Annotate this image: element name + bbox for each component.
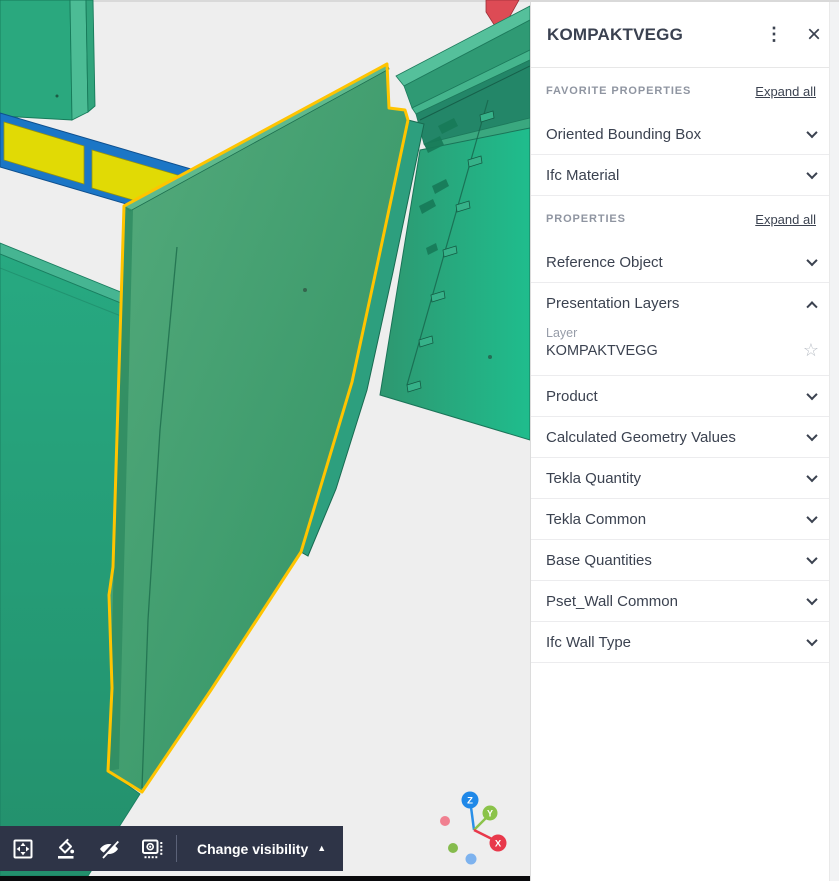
- change-visibility-label: Change visibility: [197, 840, 309, 857]
- chevron-down-icon: [806, 388, 818, 401]
- field-value: KOMPAKTVEGG: [546, 343, 658, 359]
- expand-all-link[interactable]: Expand all: [755, 84, 816, 99]
- panel-header: KOMPAKTVEGG ⋮ ×: [531, 2, 839, 68]
- section-label: Reference Object: [546, 253, 663, 271]
- field-layer: Layer KOMPAKTVEGG ☆: [546, 326, 819, 359]
- collapse-arrow-icon: ▲: [317, 843, 327, 853]
- section-reference-object[interactable]: Reference Object: [531, 242, 839, 283]
- fit-to-view-icon: [13, 839, 32, 858]
- paint-fill-visibility-button[interactable]: [44, 826, 87, 871]
- panel-title: KOMPAKTVEGG: [547, 24, 684, 44]
- section-presentation-layers[interactable]: Presentation Layers: [531, 283, 839, 324]
- chevron-down-icon: [806, 552, 818, 565]
- app-window: Y Z X Change visibility ▲ KOMPAKTVEGG ⋮ …: [0, 0, 839, 881]
- section-label: Pset_Wall Common: [546, 592, 678, 610]
- viewport-bottom-bar: [0, 876, 530, 881]
- expand-all-link[interactable]: Expand all: [755, 212, 816, 227]
- section-label: Product: [546, 387, 598, 405]
- toolbar-divider: [176, 835, 177, 862]
- chevron-down-icon: [806, 429, 818, 442]
- axis-neg-z-dot[interactable]: [465, 853, 477, 865]
- favorite-star-icon[interactable]: ☆: [803, 341, 819, 359]
- scrollbar[interactable]: [829, 2, 839, 881]
- svg-text:X: X: [495, 839, 502, 850]
- chevron-down-icon: [806, 593, 818, 606]
- axis-neg-y-dot[interactable]: [448, 843, 458, 853]
- fit-to-view-button[interactable]: [1, 826, 44, 871]
- eye-off-icon: [99, 839, 119, 859]
- svg-text:Y: Y: [487, 809, 493, 819]
- section-ifc-material[interactable]: Ifc Material: [531, 155, 839, 196]
- chevron-down-icon: [806, 511, 818, 524]
- chevron-up-icon: [806, 300, 818, 312]
- top-left-panel[interactable]: [0, 0, 96, 121]
- chevron-down-icon: [806, 470, 818, 483]
- section-pset-wall-common[interactable]: Pset_Wall Common: [531, 581, 839, 622]
- axis-neg-x-dot[interactable]: [440, 816, 450, 826]
- section-label: Tekla Quantity: [546, 469, 642, 487]
- group-header-properties: PROPERTIES Expand all: [531, 196, 839, 242]
- viewport-toolbar: Change visibility ▲: [0, 826, 344, 871]
- section-box-icon: [141, 839, 162, 858]
- axis-y-button[interactable]: Y: [482, 805, 498, 821]
- section-ifc-wall-type[interactable]: Ifc Wall Type: [531, 622, 839, 663]
- section-tekla-quantity[interactable]: Tekla Quantity: [531, 458, 839, 499]
- more-options-button[interactable]: ⋮: [759, 22, 789, 47]
- group-header-favorite-properties: FAVORITE PROPERTIES Expand all: [531, 68, 839, 114]
- properties-panel: KOMPAKTVEGG ⋮ × FAVORITE PROPERTIES Expan…: [530, 0, 839, 881]
- section-tekla-common[interactable]: Tekla Common: [531, 499, 839, 540]
- section-oriented-bounding-box[interactable]: Oriented Bounding Box: [531, 114, 839, 155]
- section-label: Oriented Bounding Box: [546, 125, 702, 143]
- svg-text:Z: Z: [467, 796, 473, 807]
- section-base-quantities[interactable]: Base Quantities: [531, 540, 839, 581]
- group-label: FAVORITE PROPERTIES: [546, 85, 692, 97]
- section-fields: Layer KOMPAKTVEGG ☆: [531, 324, 839, 376]
- panel-body: FAVORITE PROPERTIES Expand all Oriented Bo…: [531, 68, 839, 663]
- chevron-down-icon: [806, 167, 818, 180]
- hide-objects-button[interactable]: [87, 826, 130, 871]
- section-label: Base Quantities: [546, 551, 652, 569]
- close-button[interactable]: ×: [801, 22, 827, 48]
- chevron-down-icon: [806, 634, 818, 647]
- chevron-down-icon: [806, 126, 818, 139]
- section-calculated-geometry-values[interactable]: Calculated Geometry Values: [531, 417, 839, 458]
- chevron-down-icon: [806, 254, 818, 267]
- section-label: Ifc Wall Type: [546, 633, 632, 651]
- change-visibility-button[interactable]: Change visibility ▲: [180, 826, 342, 871]
- section-label: Calculated Geometry Values: [546, 428, 736, 446]
- field-label: Layer: [546, 326, 578, 340]
- section-label: Tekla Common: [546, 510, 647, 528]
- section-box-button[interactable]: [130, 826, 173, 871]
- group-label: PROPERTIES: [546, 213, 626, 225]
- section-label: Presentation Layers: [546, 295, 680, 312]
- model-viewport[interactable]: Y Z X: [0, 0, 530, 881]
- section-label: Ifc Material: [546, 166, 620, 184]
- axis-z-button[interactable]: Z: [461, 791, 479, 809]
- paint-bucket-icon: [57, 838, 74, 859]
- section-product[interactable]: Product: [531, 376, 839, 417]
- axis-x-button[interactable]: X: [489, 834, 507, 852]
